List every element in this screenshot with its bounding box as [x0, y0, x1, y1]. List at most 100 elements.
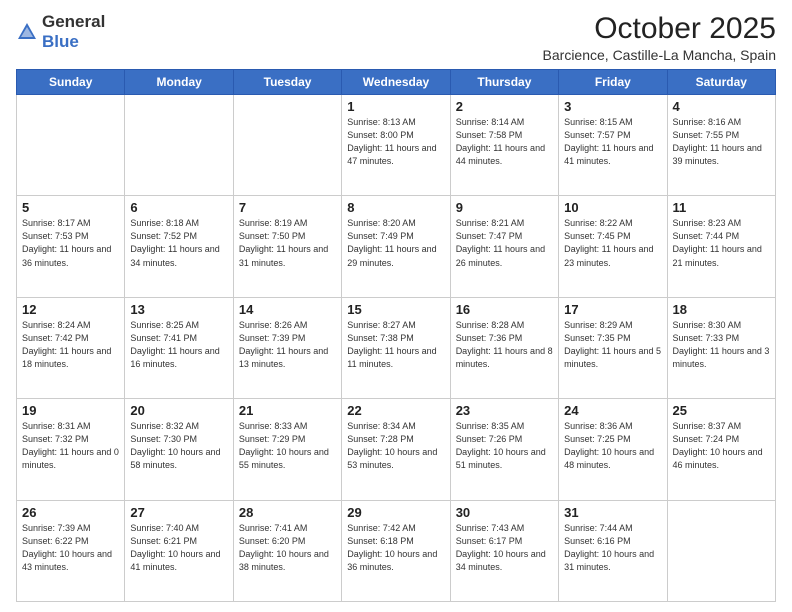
day-number: 27: [130, 505, 227, 520]
day-info: Sunrise: 7:41 AMSunset: 6:20 PMDaylight:…: [239, 522, 336, 574]
calendar-cell: 29 Sunrise: 7:42 AMSunset: 6:18 PMDayligh…: [342, 500, 450, 601]
calendar-cell: 5Sunrise: 8:17 AMSunset: 7:53 PMDaylight…: [17, 196, 125, 297]
calendar-cell: 25 Sunrise: 8:37 AMSunset: 7:24 PMDayligh…: [667, 399, 775, 500]
day-info: Sunrise: 8:24 AMSunset: 7:42 PMDaylight:…: [22, 319, 119, 371]
day-number: 23: [456, 403, 553, 418]
weekday-header-cell: Friday: [559, 70, 667, 95]
weekday-header-cell: Thursday: [450, 70, 558, 95]
weekday-header-cell: Saturday: [667, 70, 775, 95]
day-number: 10: [564, 200, 661, 215]
calendar-cell: 20 Sunrise: 8:32 AMSunset: 7:30 PMDayligh…: [125, 399, 233, 500]
day-info: Sunrise: 8:26 AMSunset: 7:39 PMDaylight:…: [239, 319, 336, 371]
logo: General Blue: [16, 12, 105, 51]
calendar-cell: 14 Sunrise: 8:26 AMSunset: 7:39 PMDayligh…: [233, 297, 341, 398]
calendar-cell: 1Sunrise: 8:13 AMSunset: 8:00 PMDaylight…: [342, 95, 450, 196]
day-info: Sunrise: 8:33 AMSunset: 7:29 PMDaylight:…: [239, 420, 336, 472]
day-number: 31: [564, 505, 661, 520]
day-info: Sunrise: 8:13 AMSunset: 8:00 PMDaylight:…: [347, 116, 444, 168]
calendar-cell: 9Sunrise: 8:21 AMSunset: 7:47 PMDaylight…: [450, 196, 558, 297]
day-number: 20: [130, 403, 227, 418]
day-info: Sunrise: 8:23 AMSunset: 7:44 PMDaylight:…: [673, 217, 770, 269]
calendar-cell: 18 Sunrise: 8:30 AMSunset: 7:33 PMDayligh…: [667, 297, 775, 398]
day-number: 21: [239, 403, 336, 418]
day-number: 17: [564, 302, 661, 317]
calendar-table: SundayMondayTuesdayWednesdayThursdayFrid…: [16, 69, 776, 602]
day-number: 6: [130, 200, 227, 215]
calendar-cell: [233, 95, 341, 196]
calendar-cell: 19 Sunrise: 8:31 AMSunset: 7:32 PMDayligh…: [17, 399, 125, 500]
calendar-cell: 13Sunrise: 8:25 AMSunset: 7:41 PMDayligh…: [125, 297, 233, 398]
calendar-cell: 17 Sunrise: 8:29 AMSunset: 7:35 PMDayligh…: [559, 297, 667, 398]
calendar-cell: [125, 95, 233, 196]
day-number: 7: [239, 200, 336, 215]
weekday-header-cell: Sunday: [17, 70, 125, 95]
day-number: 14: [239, 302, 336, 317]
day-number: 8: [347, 200, 444, 215]
day-info: Sunrise: 8:37 AMSunset: 7:24 PMDaylight:…: [673, 420, 770, 472]
calendar-cell: 6 Sunrise: 8:18 AMSunset: 7:52 PMDaylight…: [125, 196, 233, 297]
day-info: Sunrise: 8:22 AMSunset: 7:45 PMDaylight:…: [564, 217, 661, 269]
month-title: October 2025: [543, 12, 776, 45]
day-info: Sunrise: 8:18 AMSunset: 7:52 PMDaylight:…: [130, 217, 227, 269]
calendar-body: 1Sunrise: 8:13 AMSunset: 8:00 PMDaylight…: [17, 95, 776, 602]
day-info: Sunrise: 8:29 AMSunset: 7:35 PMDaylight:…: [564, 319, 661, 371]
day-info: Sunrise: 8:31 AMSunset: 7:32 PMDaylight:…: [22, 420, 119, 472]
calendar-week-row: 1Sunrise: 8:13 AMSunset: 8:00 PMDaylight…: [17, 95, 776, 196]
calendar-cell: 10 Sunrise: 8:22 AMSunset: 7:45 PMDayligh…: [559, 196, 667, 297]
day-info: Sunrise: 8:27 AMSunset: 7:38 PMDaylight:…: [347, 319, 444, 371]
day-info: Sunrise: 8:28 AMSunset: 7:36 PMDaylight:…: [456, 319, 553, 371]
day-info: Sunrise: 8:15 AMSunset: 7:57 PMDaylight:…: [564, 116, 661, 168]
day-info: Sunrise: 8:32 AMSunset: 7:30 PMDaylight:…: [130, 420, 227, 472]
day-number: 30: [456, 505, 553, 520]
title-block: October 2025 Barcience, Castille-La Manc…: [543, 12, 776, 63]
day-info: Sunrise: 8:19 AMSunset: 7:50 PMDaylight:…: [239, 217, 336, 269]
location: Barcience, Castille-La Mancha, Spain: [543, 47, 776, 63]
day-info: Sunrise: 8:36 AMSunset: 7:25 PMDaylight:…: [564, 420, 661, 472]
calendar-cell: 31 Sunrise: 7:44 AMSunset: 6:16 PMDayligh…: [559, 500, 667, 601]
day-info: Sunrise: 7:44 AMSunset: 6:16 PMDaylight:…: [564, 522, 661, 574]
calendar-week-row: 26Sunrise: 7:39 AMSunset: 6:22 PMDayligh…: [17, 500, 776, 601]
day-number: 2: [456, 99, 553, 114]
calendar-week-row: 19 Sunrise: 8:31 AMSunset: 7:32 PMDayligh…: [17, 399, 776, 500]
calendar-cell: 7 Sunrise: 8:19 AMSunset: 7:50 PMDaylight…: [233, 196, 341, 297]
day-number: 22: [347, 403, 444, 418]
day-number: 19: [22, 403, 119, 418]
day-number: 29: [347, 505, 444, 520]
day-info: Sunrise: 8:34 AMSunset: 7:28 PMDaylight:…: [347, 420, 444, 472]
calendar-cell: [17, 95, 125, 196]
calendar-week-row: 12 Sunrise: 8:24 AMSunset: 7:42 PMDayligh…: [17, 297, 776, 398]
calendar-cell: 15Sunrise: 8:27 AMSunset: 7:38 PMDayligh…: [342, 297, 450, 398]
calendar-cell: 12 Sunrise: 8:24 AMSunset: 7:42 PMDayligh…: [17, 297, 125, 398]
day-info: Sunrise: 8:35 AMSunset: 7:26 PMDaylight:…: [456, 420, 553, 472]
calendar-cell: 8 Sunrise: 8:20 AMSunset: 7:49 PMDaylight…: [342, 196, 450, 297]
calendar-cell: 22 Sunrise: 8:34 AMSunset: 7:28 PMDayligh…: [342, 399, 450, 500]
calendar-cell: 28 Sunrise: 7:41 AMSunset: 6:20 PMDayligh…: [233, 500, 341, 601]
calendar-cell: 26Sunrise: 7:39 AMSunset: 6:22 PMDayligh…: [17, 500, 125, 601]
weekday-header-cell: Wednesday: [342, 70, 450, 95]
logo-icon: [16, 21, 38, 43]
day-info: Sunrise: 8:25 AMSunset: 7:41 PMDaylight:…: [130, 319, 227, 371]
day-number: 28: [239, 505, 336, 520]
calendar-cell: 23 Sunrise: 8:35 AMSunset: 7:26 PMDayligh…: [450, 399, 558, 500]
day-info: Sunrise: 7:40 AMSunset: 6:21 PMDaylight:…: [130, 522, 227, 574]
day-info: Sunrise: 7:42 AMSunset: 6:18 PMDaylight:…: [347, 522, 444, 574]
day-info: Sunrise: 8:20 AMSunset: 7:49 PMDaylight:…: [347, 217, 444, 269]
header: General Blue October 2025 Barcience, Cas…: [16, 12, 776, 63]
day-number: 26: [22, 505, 119, 520]
day-number: 12: [22, 302, 119, 317]
calendar-page: General Blue October 2025 Barcience, Cas…: [0, 0, 792, 612]
day-number: 25: [673, 403, 770, 418]
day-number: 5: [22, 200, 119, 215]
calendar-cell: 21 Sunrise: 8:33 AMSunset: 7:29 PMDayligh…: [233, 399, 341, 500]
day-number: 18: [673, 302, 770, 317]
day-info: Sunrise: 8:21 AMSunset: 7:47 PMDaylight:…: [456, 217, 553, 269]
calendar-cell: 4Sunrise: 8:16 AMSunset: 7:55 PMDaylight…: [667, 95, 775, 196]
weekday-header-row: SundayMondayTuesdayWednesdayThursdayFrid…: [17, 70, 776, 95]
calendar-cell: 27 Sunrise: 7:40 AMSunset: 6:21 PMDayligh…: [125, 500, 233, 601]
day-number: 3: [564, 99, 661, 114]
day-info: Sunrise: 8:30 AMSunset: 7:33 PMDaylight:…: [673, 319, 770, 371]
weekday-header-cell: Tuesday: [233, 70, 341, 95]
logo-general-text: General: [42, 12, 105, 31]
calendar-cell: 16Sunrise: 8:28 AMSunset: 7:36 PMDayligh…: [450, 297, 558, 398]
calendar-cell: [667, 500, 775, 601]
